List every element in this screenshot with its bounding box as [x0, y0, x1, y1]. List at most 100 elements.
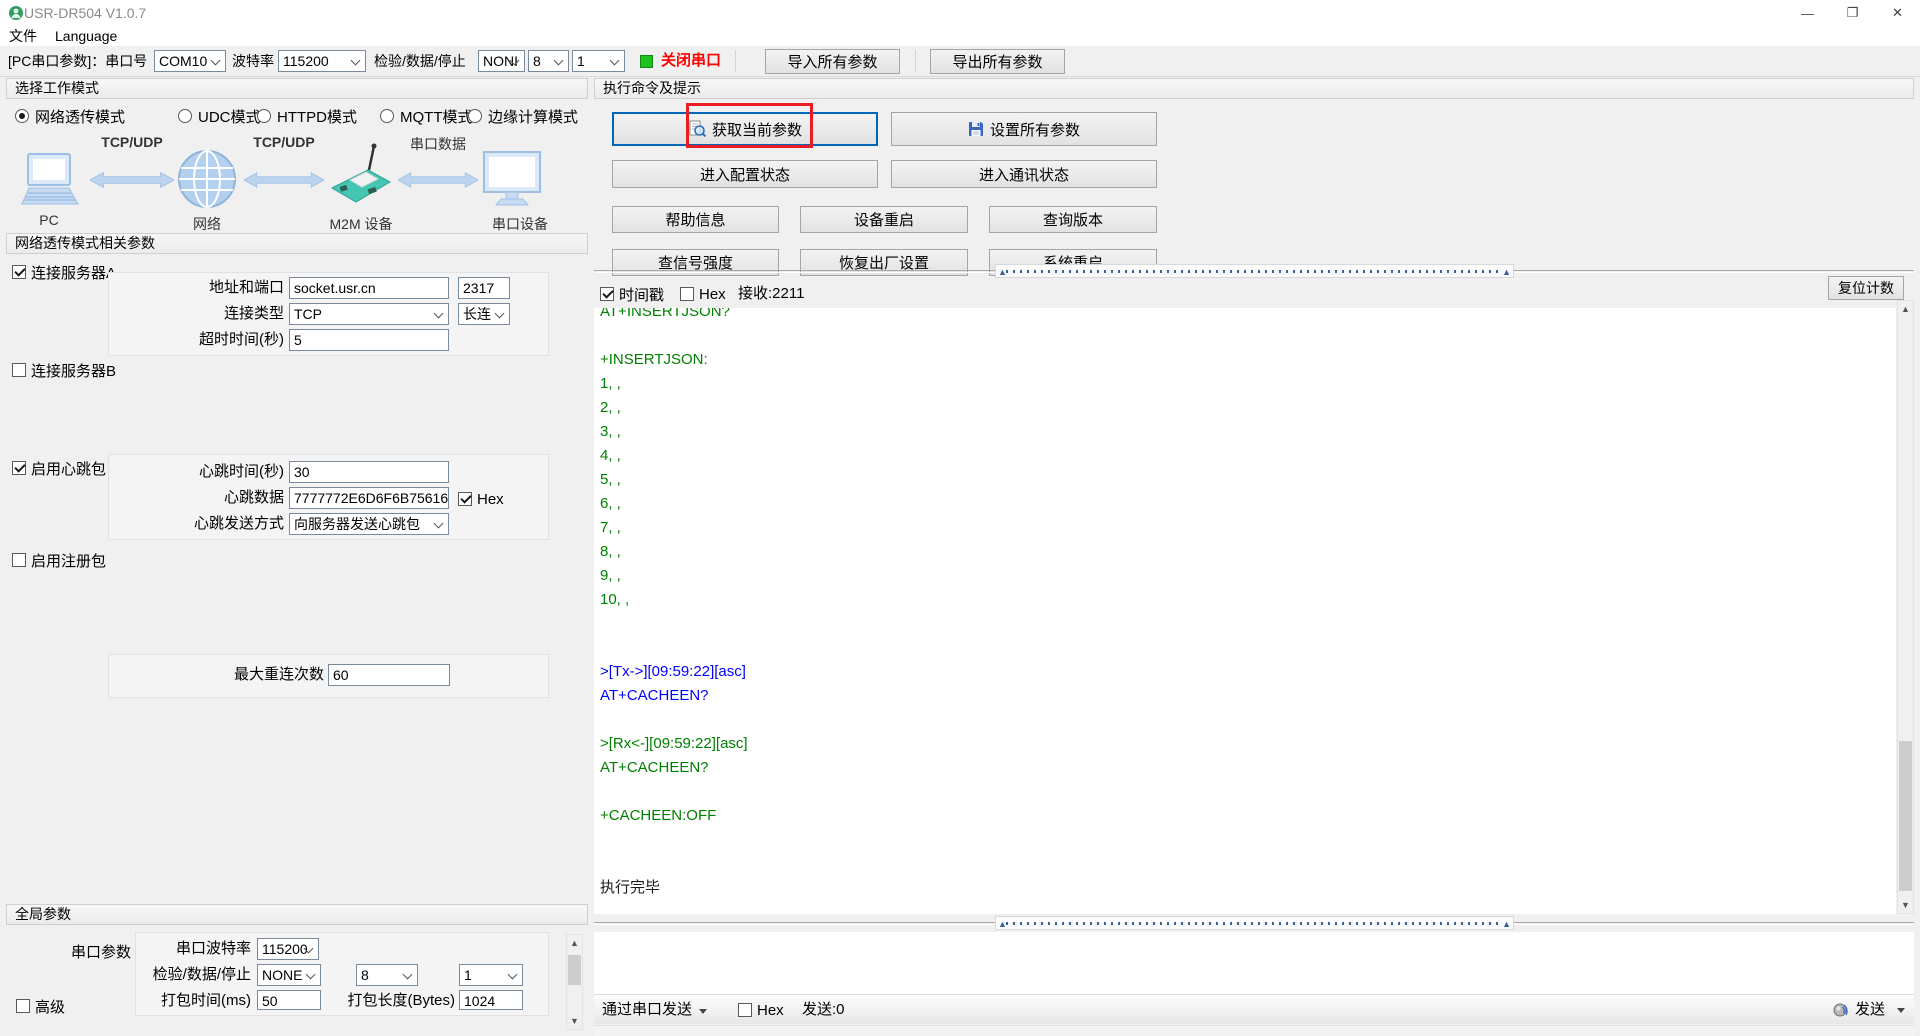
global-section-scrollbar[interactable]: ▲ ▼ [566, 934, 583, 1030]
set-all-params-button[interactable]: 设置所有参数 [891, 112, 1157, 146]
server-port-input[interactable]: 2317 [458, 277, 510, 299]
max-reconnect-input[interactable]: 60 [328, 664, 450, 686]
heartbeat-hex-checkbox[interactable]: Hex [458, 489, 504, 509]
parity-combo[interactable]: NONI [478, 50, 525, 72]
log-scrollbar[interactable]: ▲ ▼ [1897, 300, 1914, 914]
keepalive-combo[interactable]: 长连 [458, 303, 510, 325]
send-splitter-trackbar[interactable]: ▲ ▲ [995, 916, 1514, 930]
log-output-area[interactable]: AT+INSERTJSON? +INSERTJSON:1, ,2, ,3, ,4… [594, 308, 1896, 914]
timeout-input[interactable]: 5 [289, 329, 449, 351]
send-hex-checkbox[interactable]: Hex [738, 1000, 784, 1020]
global-databits-combo[interactable]: 8 [356, 964, 418, 986]
device-reboot-button[interactable]: 设备重启 [800, 206, 968, 233]
import-params-button[interactable]: 导入所有参数 [765, 49, 900, 74]
scroll-thumb[interactable] [568, 955, 581, 985]
heartbeat-mode-combo[interactable]: 向服务器发送心跳包 [289, 513, 449, 535]
trackbar-ticks [1006, 270, 1503, 273]
com-port-combo[interactable]: COM10 [154, 50, 226, 72]
trackbar-ticks [1006, 922, 1503, 925]
global-stopbits-combo[interactable]: 1 [459, 964, 523, 986]
trackbar-right-thumb[interactable]: ▲ [1502, 266, 1511, 278]
send-via-serial-dropdown[interactable]: 通过串口发送 [602, 995, 707, 1025]
toolbar: [PC串口参数]：串口号 COM10 波特率 115200 检验/数据/停止 N… [0, 46, 1920, 77]
stopbits-combo[interactable]: 1 [572, 50, 625, 72]
chevron-down-icon [1897, 1008, 1905, 1013]
enter-comm-state-button[interactable]: 进入通讯状态 [891, 160, 1157, 188]
log-line: +INSERTJSON: [600, 348, 1890, 372]
floppy-save-icon [968, 121, 984, 137]
button-label: 设备重启 [854, 209, 914, 230]
server-b-checkbox[interactable]: 连接服务器B [12, 360, 116, 380]
radio-net-passthrough[interactable]: 网络透传模式 [15, 106, 125, 126]
checkbox-box [12, 461, 26, 475]
scroll-up-arrow[interactable]: ▲ [567, 935, 582, 951]
radio-mqtt-mode[interactable]: MQTT模式 [380, 106, 473, 126]
close-button[interactable]: ✕ [1875, 0, 1920, 26]
enter-config-state-button[interactable]: 进入配置状态 [612, 160, 878, 188]
menu-file[interactable]: 文件 [9, 26, 37, 46]
checkbox-box [12, 363, 26, 377]
radio-dot [380, 109, 394, 123]
radio-httpd-mode[interactable]: HTTPD模式 [257, 106, 357, 126]
send-text-area[interactable] [594, 932, 1914, 994]
server-addr-input[interactable]: socket.usr.cn [289, 277, 449, 299]
combo-value: 长连 [463, 306, 491, 322]
log-line: AT+CACHEEN? [600, 684, 1890, 708]
recv-counter: 接收:2211 [738, 284, 804, 304]
frame-label: 检验/数据/停止 [374, 46, 466, 76]
combo-value: 向服务器发送心跳包 [294, 516, 420, 532]
global-parity-combo[interactable]: NONE [257, 964, 321, 986]
query-version-button[interactable]: 查询版本 [989, 206, 1157, 233]
timestamp-checkbox[interactable]: 时间戳 [600, 284, 664, 304]
export-params-button[interactable]: 导出所有参数 [930, 49, 1065, 74]
trackbar-left-thumb[interactable]: ▲ [998, 918, 1007, 930]
log-line: 10, , [600, 588, 1890, 612]
send-button[interactable]: 发送 [1832, 995, 1905, 1025]
heartbeat-enable-checkbox[interactable]: 启用心跳包 [12, 458, 106, 478]
scroll-down-arrow[interactable]: ▼ [567, 1013, 582, 1029]
arrow-m2m-serial [398, 170, 478, 190]
radio-udc-mode[interactable]: UDC模式 [178, 106, 261, 126]
close-port-button[interactable]: 关闭串口 [661, 46, 721, 76]
baud-combo[interactable]: 115200 [278, 50, 366, 72]
radio-edge-mode[interactable]: 边缘计算模式 [468, 106, 578, 126]
conn-type-combo[interactable]: TCP [289, 303, 449, 325]
get-current-params-button[interactable]: 获取当前参数 [612, 112, 878, 146]
log-hex-checkbox[interactable]: Hex [680, 284, 726, 304]
conn-type-label: 连接类型 [156, 303, 284, 325]
command-panel-header: 执行命令及提示 [594, 78, 1914, 99]
button-label: 帮助信息 [665, 209, 725, 230]
pack-time-input[interactable]: 50 [257, 990, 321, 1010]
databits-combo[interactable]: 8 [528, 50, 569, 72]
trackbar-right-thumb[interactable]: ▲ [1502, 918, 1511, 930]
serial-port-label: [PC串口参数]：串口号 [8, 46, 147, 76]
checkbox-box [12, 553, 26, 567]
checkbox-box [600, 287, 614, 301]
log-line [600, 324, 1890, 348]
pack-len-input[interactable]: 1024 [459, 990, 523, 1010]
scroll-up-arrow[interactable]: ▲ [1898, 301, 1913, 317]
trackbar-left-thumb[interactable]: ▲ [998, 266, 1007, 278]
help-info-button[interactable]: 帮助信息 [612, 206, 779, 233]
server-a-checkbox[interactable]: 连接服务器A [12, 262, 116, 282]
port-open-indicator [640, 55, 653, 68]
combo-value: TCP [294, 306, 322, 322]
button-label: 设置所有参数 [990, 119, 1080, 140]
combo-value: 1 [464, 967, 472, 983]
menu-language[interactable]: Language [55, 28, 117, 44]
reset-counter-button[interactable]: 复位计数 [1828, 276, 1904, 300]
global-baud-combo[interactable]: 115200 [257, 938, 319, 960]
button-label: 发送 [1855, 995, 1885, 1025]
link-label-tcp-udp-1: TCP/UDP [90, 134, 174, 150]
global-baud-label: 串口波特率 [141, 938, 251, 960]
advanced-checkbox[interactable]: 高级 [16, 996, 65, 1016]
scroll-thumb[interactable] [1899, 741, 1912, 891]
heartbeat-time-input[interactable]: 30 [289, 461, 449, 483]
minimize-button[interactable]: — [1785, 0, 1830, 26]
combo-value: COM10 [159, 53, 207, 69]
maximize-button[interactable]: ❐ [1830, 0, 1875, 26]
scroll-down-arrow[interactable]: ▼ [1898, 897, 1913, 913]
heartbeat-data-input[interactable]: 7777772E6D6F6B7561692E6 [289, 487, 449, 509]
register-pack-checkbox[interactable]: 启用注册包 [12, 550, 106, 570]
log-splitter-trackbar[interactable]: ▲ ▲ [995, 264, 1514, 278]
